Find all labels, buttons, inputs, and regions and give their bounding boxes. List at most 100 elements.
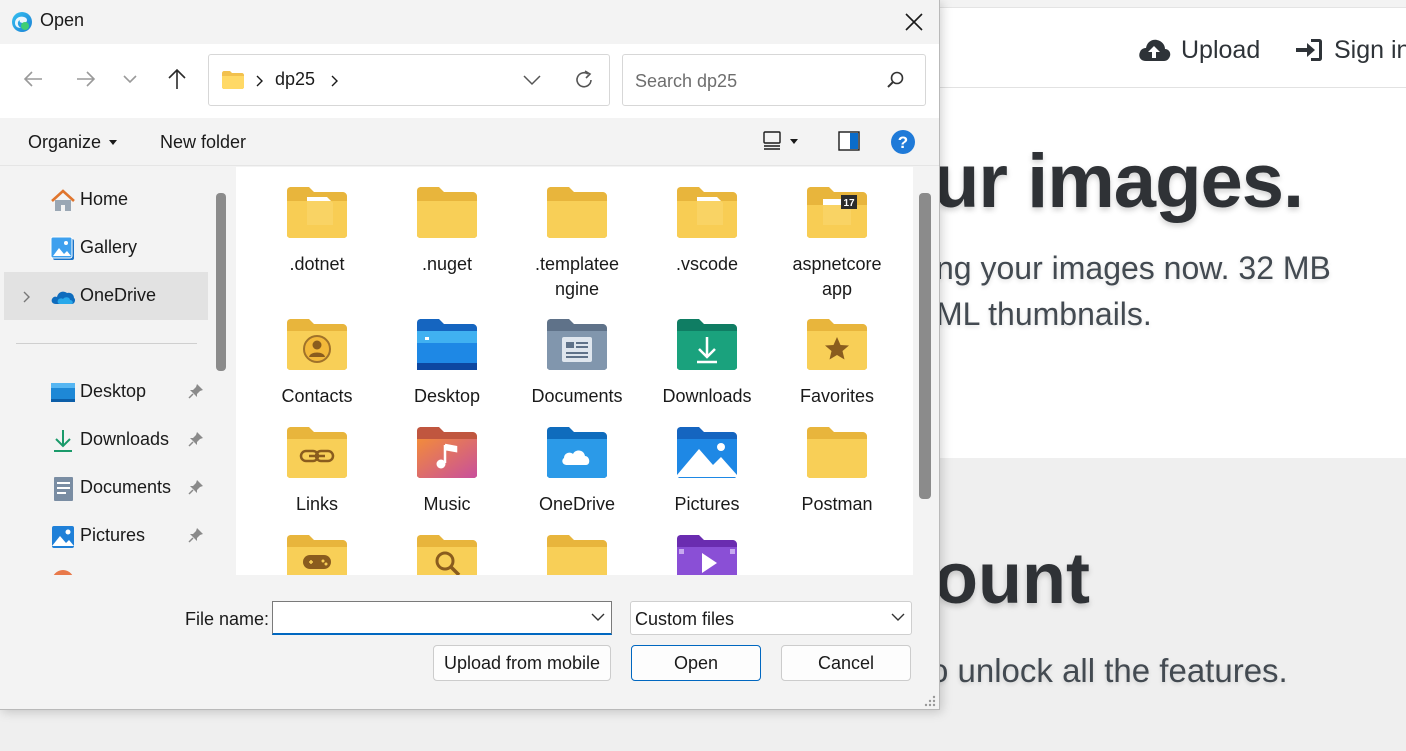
chevron-down-icon[interactable] bbox=[591, 613, 605, 622]
search-box[interactable] bbox=[622, 54, 926, 106]
pin-icon[interactable] bbox=[188, 383, 204, 399]
file-item-music[interactable]: Music bbox=[385, 425, 509, 525]
file-name: Pictures bbox=[674, 494, 740, 514]
file-item-pictures[interactable]: Pictures bbox=[645, 425, 769, 525]
folder-icon bbox=[417, 187, 477, 238]
file-item-nuget[interactable]: .nuget bbox=[385, 185, 509, 315]
file-item-aspnetcoreapp[interactable]: 17 aspnetcore app bbox=[775, 185, 899, 315]
file-item-templateengine[interactable]: .templatee ngine bbox=[515, 185, 639, 315]
file-item-documents[interactable]: Documents bbox=[515, 317, 639, 417]
cancel-button[interactable]: Cancel bbox=[781, 645, 911, 681]
dialog-titlebar[interactable]: Open bbox=[0, 0, 939, 44]
expand-chevron-icon[interactable] bbox=[22, 291, 30, 303]
address-history-chevron-icon[interactable] bbox=[523, 74, 541, 86]
recent-locations-button[interactable] bbox=[115, 64, 145, 94]
account-title: ount bbox=[934, 539, 1090, 619]
nav-label-home: Home bbox=[80, 189, 129, 209]
resize-grip-icon[interactable] bbox=[924, 695, 936, 707]
nav-item-desktop[interactable]: Desktop bbox=[4, 368, 208, 416]
file-item-dotnet[interactable]: .dotnet bbox=[255, 185, 379, 315]
file-type-select[interactable]: Custom files bbox=[630, 601, 912, 635]
file-item-searches[interactable] bbox=[385, 533, 509, 575]
nav-label-gallery: Gallery bbox=[80, 237, 138, 257]
up-button[interactable] bbox=[162, 64, 192, 94]
pin-icon[interactable] bbox=[188, 479, 204, 495]
file-list-scrollbar[interactable] bbox=[919, 193, 931, 499]
chevron-right-icon[interactable] bbox=[330, 75, 338, 87]
nav-item-downloads[interactable]: Downloads bbox=[4, 416, 208, 464]
file-name-line1: aspnetcore bbox=[792, 254, 882, 274]
search-icon[interactable] bbox=[887, 71, 905, 89]
desktop-folder-icon bbox=[417, 319, 477, 370]
file-item-saved-games[interactable] bbox=[255, 533, 379, 575]
edge-logo-icon bbox=[12, 12, 32, 32]
signin-label: Sign in bbox=[1334, 35, 1406, 64]
file-item-vscode[interactable]: .vscode bbox=[645, 185, 769, 315]
nav-label-onedrive: OneDrive bbox=[80, 285, 157, 305]
file-name: OneDrive bbox=[538, 494, 616, 514]
file-name: Favorites bbox=[799, 386, 875, 406]
nav-item-documents[interactable]: Documents bbox=[4, 464, 208, 512]
upload-label: Upload bbox=[1181, 35, 1261, 64]
badge-count: 17 bbox=[843, 198, 855, 209]
folder-icon bbox=[677, 187, 737, 238]
new-folder-label: New folder bbox=[160, 132, 247, 152]
command-bar: Organize New folder ? bbox=[0, 118, 939, 166]
navigation-pane: Home Gallery OneDrive Desktop Downloads … bbox=[0, 167, 212, 575]
caret-down-icon bbox=[790, 138, 798, 144]
file-item-videos[interactable] bbox=[645, 533, 769, 575]
nav-separator bbox=[16, 343, 197, 344]
view-options-button[interactable] bbox=[762, 130, 798, 152]
onedrive-folder-icon bbox=[547, 427, 607, 478]
file-item-contacts[interactable]: Contacts bbox=[255, 317, 379, 417]
nav-item-pictures[interactable]: Pictures bbox=[4, 512, 208, 560]
preview-pane-button[interactable] bbox=[838, 131, 860, 151]
nav-item-onedrive[interactable]: OneDrive bbox=[4, 272, 208, 320]
nav-item-gallery[interactable]: Gallery bbox=[4, 224, 208, 272]
nav-label-documents: Documents bbox=[80, 477, 172, 497]
file-item-onedrive[interactable]: OneDrive bbox=[515, 425, 639, 525]
chevron-down-icon bbox=[891, 613, 905, 621]
file-name-line2: app bbox=[821, 279, 853, 299]
file-name-input[interactable] bbox=[279, 606, 579, 630]
folder-icon bbox=[547, 187, 607, 238]
pin-icon[interactable] bbox=[188, 431, 204, 447]
organize-button[interactable]: Organize bbox=[28, 132, 118, 153]
file-name-combobox[interactable] bbox=[272, 601, 612, 635]
file-name-label: File name: bbox=[185, 609, 270, 629]
file-item-downloads[interactable]: Downloads bbox=[645, 317, 769, 417]
view-icon bbox=[763, 131, 781, 150]
searches-folder-icon bbox=[417, 535, 477, 575]
hero-title: ur images. bbox=[933, 139, 1304, 224]
upload-from-mobile-button[interactable]: Upload from mobile bbox=[433, 645, 611, 681]
nav-label-pictures: Pictures bbox=[80, 525, 146, 545]
open-button[interactable]: Open bbox=[631, 645, 761, 681]
hero-subtitle-line2: ML thumbnails. bbox=[936, 296, 1152, 332]
file-name: Documents bbox=[531, 386, 623, 406]
forward-button[interactable] bbox=[71, 64, 101, 94]
nav-pane-scrollbar[interactable] bbox=[216, 193, 226, 371]
file-name-line2: ngine bbox=[554, 279, 600, 299]
file-item-links[interactable]: Links bbox=[255, 425, 379, 525]
search-input[interactable] bbox=[633, 68, 873, 94]
pin-icon[interactable] bbox=[188, 527, 204, 543]
new-folder-button[interactable]: New folder bbox=[160, 132, 246, 153]
file-item-postman[interactable]: Postman bbox=[775, 425, 899, 525]
file-item-favorites[interactable]: Favorites bbox=[775, 317, 899, 417]
upload-link[interactable]: Upload bbox=[1137, 32, 1260, 68]
file-name: Postman bbox=[801, 494, 873, 514]
address-bar[interactable]: dp25 bbox=[208, 54, 610, 106]
nav-item-home[interactable]: Home bbox=[4, 176, 208, 224]
arrow-up-icon bbox=[168, 68, 186, 89]
help-button[interactable]: ? bbox=[890, 129, 916, 155]
signin-link[interactable]: Sign in bbox=[1294, 32, 1406, 68]
close-icon bbox=[905, 13, 923, 31]
onedrive-icon bbox=[51, 291, 76, 304]
file-item-folder[interactable] bbox=[515, 533, 639, 575]
refresh-icon[interactable] bbox=[573, 69, 595, 91]
sign-in-icon bbox=[1296, 39, 1322, 61]
breadcrumb-dp25[interactable]: dp25 bbox=[275, 69, 315, 90]
file-item-desktop[interactable]: Desktop bbox=[385, 317, 509, 417]
close-button[interactable] bbox=[890, 0, 938, 44]
back-button[interactable] bbox=[18, 64, 48, 94]
